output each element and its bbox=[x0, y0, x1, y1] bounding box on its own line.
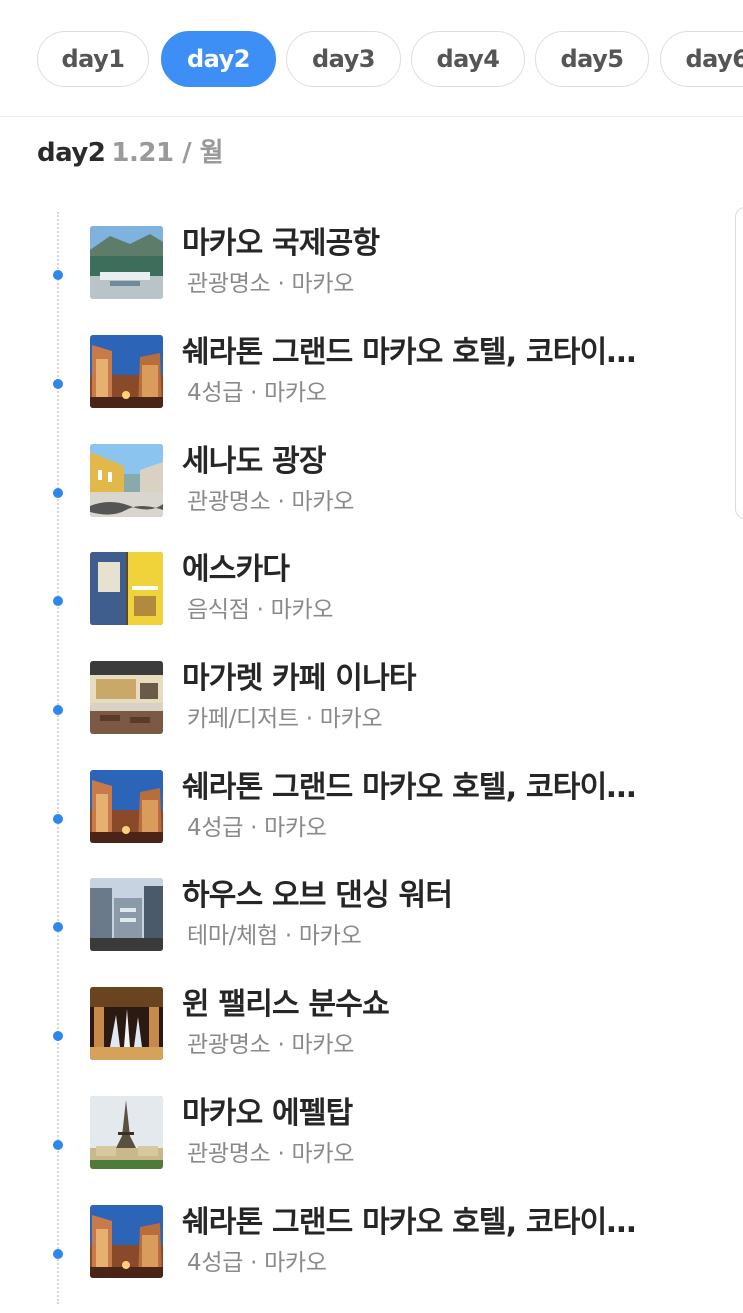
place-category-location: 음식점 · 마카오 bbox=[187, 597, 334, 623]
timeline-dot bbox=[53, 379, 63, 389]
timeline-dot bbox=[53, 922, 63, 932]
tab-day4[interactable]: day4 bbox=[411, 31, 525, 87]
timeline-dot bbox=[53, 814, 63, 824]
place-item[interactable]: 하우스 오브 댄싱 워터테마/체험 · 마카오 bbox=[0, 878, 743, 986]
place-category-location: 카페/디저트 · 마카오 bbox=[187, 706, 383, 732]
tab-day5[interactable]: day5 bbox=[535, 31, 649, 87]
place-thumbnail[interactable] bbox=[90, 335, 163, 408]
place-title[interactable]: 에스카다 bbox=[182, 552, 652, 588]
place-category-location: 관광명소 · 마카오 bbox=[187, 1032, 355, 1058]
place-title[interactable]: 마카오 에펠탑 bbox=[182, 1096, 652, 1132]
tab-day2[interactable]: day2 bbox=[161, 31, 276, 87]
place-thumbnail[interactable] bbox=[90, 987, 163, 1060]
place-thumbnail[interactable] bbox=[90, 444, 163, 517]
timeline-dot bbox=[53, 270, 63, 280]
place-title[interactable]: 쉐라톤 그랜드 마카오 호텔, 코타이… bbox=[182, 1205, 652, 1241]
tab-day1[interactable]: day1 bbox=[37, 31, 149, 87]
place-title[interactable]: 마카오 국제공항 bbox=[182, 226, 652, 262]
place-thumbnail[interactable] bbox=[90, 878, 163, 951]
place-category-location: 4성급 · 마카오 bbox=[187, 380, 327, 406]
place-item[interactable]: 쉐라톤 그랜드 마카오 호텔, 코타이… 4성급 · 마카오 bbox=[0, 1205, 743, 1313]
timeline-dot bbox=[53, 596, 63, 606]
place-category-location: 4성급 · 마카오 bbox=[187, 815, 327, 841]
timeline-dot bbox=[53, 1140, 63, 1150]
day-label: day2 bbox=[37, 138, 106, 168]
timeline-dot bbox=[53, 1249, 63, 1259]
tab-day6[interactable]: day6 bbox=[660, 31, 743, 87]
place-item[interactable]: 윈 팰리스 분수쇼관광명소 · 마카오 bbox=[0, 987, 743, 1095]
place-title[interactable]: 쉐라톤 그랜드 마카오 호텔, 코타이… bbox=[182, 770, 652, 806]
place-thumbnail[interactable] bbox=[90, 661, 163, 734]
timeline-dot bbox=[53, 488, 63, 498]
timeline-dot bbox=[53, 1031, 63, 1041]
place-title[interactable]: 마가렛 카페 이나타 bbox=[182, 661, 652, 697]
place-title[interactable]: 세나도 광장 bbox=[182, 444, 652, 480]
place-item[interactable]: 마카오 에펠탑관광명소 · 마카오 bbox=[0, 1096, 743, 1204]
place-thumbnail[interactable] bbox=[90, 1096, 163, 1169]
place-item[interactable]: 에스카다음식점 · 마카오 bbox=[0, 552, 743, 660]
place-thumbnail[interactable] bbox=[90, 1205, 163, 1278]
tab-day3[interactable]: day3 bbox=[286, 31, 401, 87]
timeline-dot bbox=[53, 705, 63, 715]
place-category-location: 관광명소 · 마카오 bbox=[187, 1141, 355, 1167]
place-item[interactable]: 세나도 광장관광명소 · 마카오 bbox=[0, 444, 743, 552]
place-thumbnail[interactable] bbox=[90, 552, 163, 625]
place-title[interactable]: 윈 팰리스 분수쇼 bbox=[182, 987, 652, 1023]
place-category-location: 관광명소 · 마카오 bbox=[187, 271, 355, 297]
place-title[interactable]: 하우스 오브 댄싱 워터 bbox=[182, 878, 652, 914]
day-date: 1.21 / 월 bbox=[111, 138, 224, 168]
day-tab-bar: day1 day2 day3 day4 day5 day6 bbox=[0, 0, 743, 117]
place-item[interactable]: 마카오 국제공항관광명소 · 마카오 bbox=[0, 226, 743, 334]
place-item[interactable]: 마가렛 카페 이나타카페/디저트 · 마카오 bbox=[0, 661, 743, 769]
place-thumbnail[interactable] bbox=[90, 226, 163, 299]
day-header: day2 1.21 / 월 bbox=[37, 132, 224, 169]
place-category-location: 4성급 · 마카오 bbox=[187, 1250, 327, 1276]
place-thumbnail[interactable] bbox=[90, 770, 163, 843]
place-item[interactable]: 쉐라톤 그랜드 마카오 호텔, 코타이… 4성급 · 마카오 bbox=[0, 770, 743, 878]
place-category-location: 관광명소 · 마카오 bbox=[187, 489, 355, 515]
place-title[interactable]: 쉐라톤 그랜드 마카오 호텔, 코타이… bbox=[182, 335, 652, 371]
place-item[interactable]: 쉐라톤 그랜드 마카오 호텔, 코타이… 4성급 · 마카오 bbox=[0, 335, 743, 443]
place-category-location: 테마/체험 · 마카오 bbox=[187, 923, 362, 949]
